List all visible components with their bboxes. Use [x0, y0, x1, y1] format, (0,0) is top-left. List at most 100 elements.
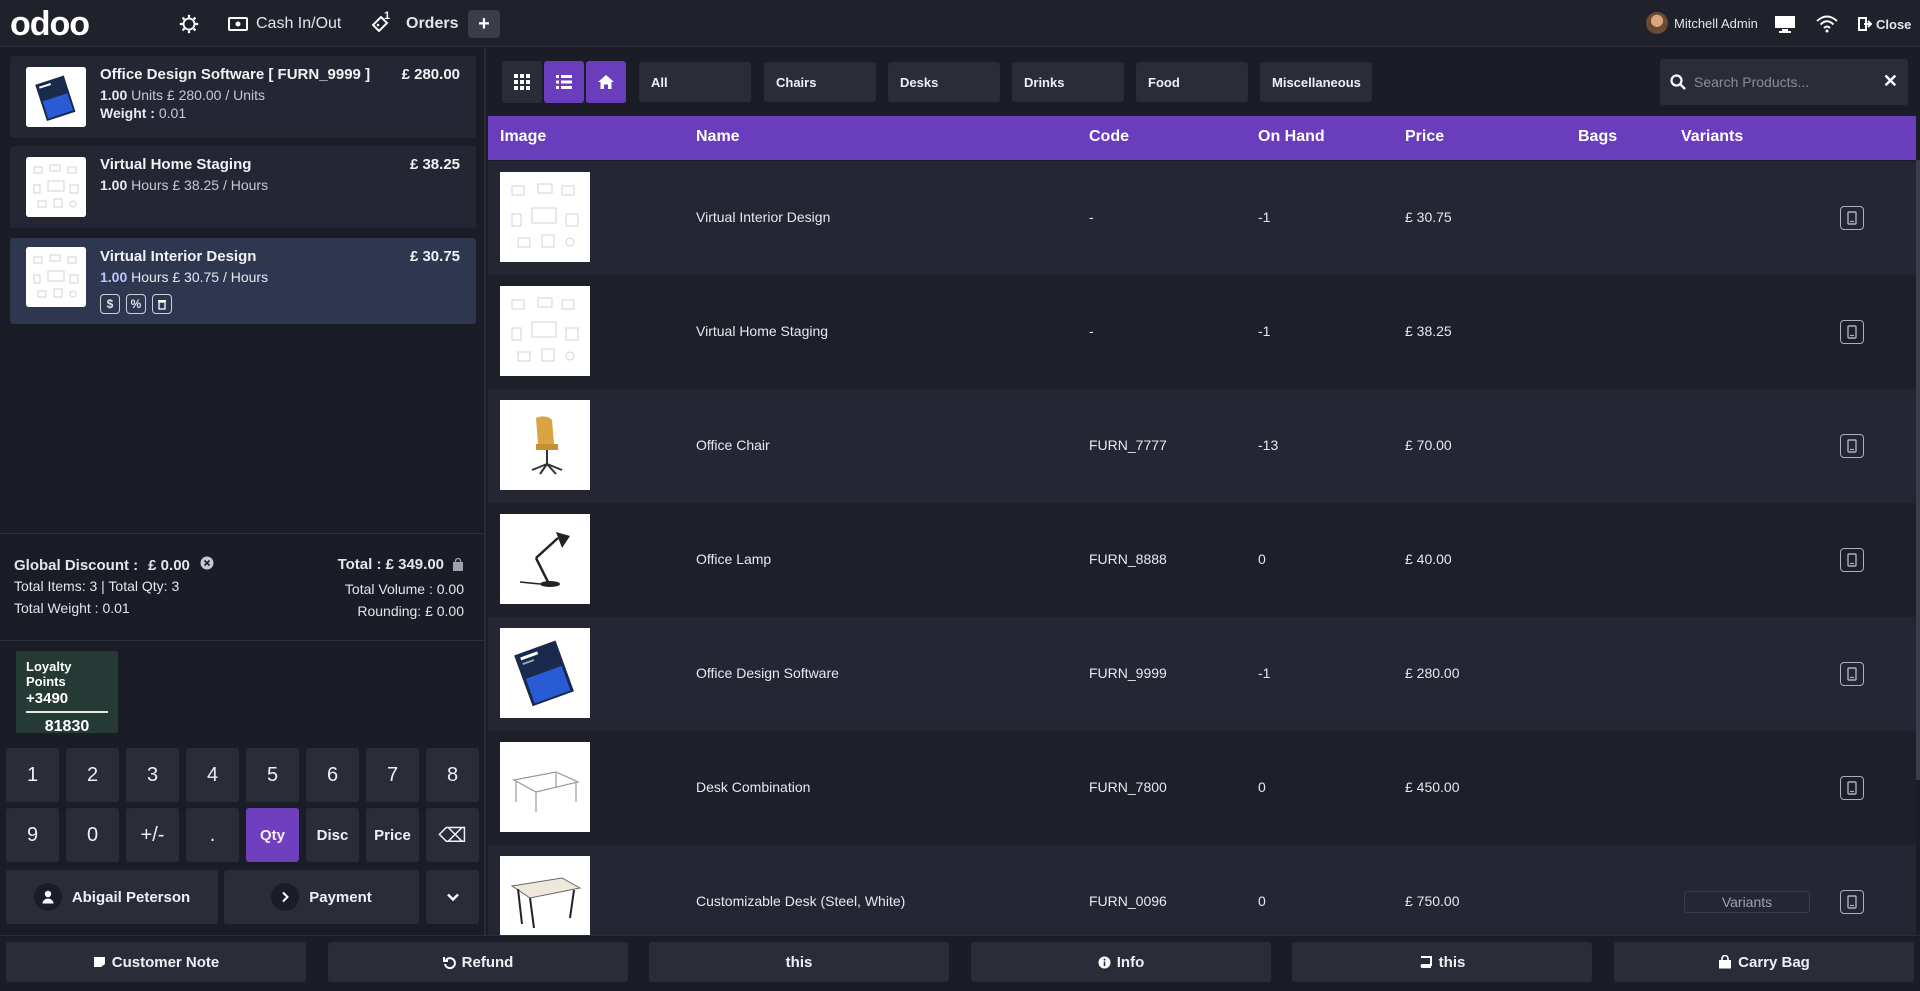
grid-view-button[interactable]	[502, 61, 542, 103]
delete-line-button[interactable]	[152, 294, 172, 314]
table-row[interactable]: Virtual Interior Design - -1 £ 30.75	[488, 161, 1916, 275]
product-name: Customizable Desk (Steel, White)	[696, 893, 906, 909]
numpad-key-4[interactable]: 4	[186, 748, 239, 802]
orders-label: Orders	[406, 15, 459, 32]
backspace-button[interactable]: ⌫	[426, 808, 479, 862]
tablet-icon	[1847, 667, 1857, 681]
table-row[interactable]: Desk Combination FURN_7800 0 £ 450.00	[488, 731, 1916, 845]
mode-qty-button[interactable]: Qty	[246, 808, 299, 862]
line-unit-text: Units £ 280.00 / Units	[131, 87, 265, 103]
numpad-key-0[interactable]: 0	[66, 808, 119, 862]
order-line[interactable]: Virtual Home Staging £ 38.25 1.00 Hours …	[10, 146, 476, 228]
loyalty-earned: +3490	[26, 690, 108, 713]
numpad-key-5[interactable]: 5	[246, 748, 299, 802]
product-list-scrollbar[interactable]	[1916, 160, 1920, 780]
user-menu[interactable]: Mitchell Admin	[1646, 12, 1758, 34]
cash-in-out-button[interactable]: Cash In/Out	[228, 10, 341, 38]
product-on-hand: -13	[1258, 437, 1279, 453]
list-view-button[interactable]	[544, 61, 584, 103]
tablet-icon	[1847, 439, 1857, 453]
line-price: £ 30.75	[409, 248, 460, 265]
discount-tool-button[interactable]: %	[126, 294, 146, 314]
column-on-hand: On Hand	[1258, 128, 1325, 145]
action-button[interactable]: this	[649, 942, 949, 982]
column-name: Name	[696, 128, 740, 145]
new-order-button[interactable]: +	[468, 10, 500, 38]
global-discount-label: Global Discount :	[14, 556, 139, 574]
category-desks[interactable]: Desks	[888, 62, 1000, 102]
product-on-hand: -1	[1258, 665, 1271, 681]
mode-price-button[interactable]: Price	[366, 808, 419, 862]
numpad-key-1[interactable]: 1	[6, 748, 59, 802]
payment-label: Payment	[309, 888, 372, 906]
product-name: Virtual Interior Design	[696, 209, 831, 225]
chevron-down-icon	[446, 893, 459, 902]
line-weight-value: 0.01	[158, 105, 187, 121]
numpad-key-6[interactable]: 6	[306, 748, 359, 802]
product-info-button[interactable]	[1840, 320, 1864, 344]
remove-discount-button[interactable]	[200, 556, 214, 574]
customer-display-button[interactable]	[1774, 10, 1796, 38]
price-tool-button[interactable]: $	[100, 294, 120, 314]
table-row[interactable]: Virtual Home Staging - -1 £ 38.25	[488, 275, 1916, 389]
customer-button[interactable]: Abigail Peterson	[6, 870, 218, 924]
avatar	[1646, 12, 1668, 34]
home-category-button[interactable]	[586, 61, 626, 103]
numpad-key-3[interactable]: 3	[126, 748, 179, 802]
refund-button[interactable]: Refund	[328, 942, 628, 982]
mode-disc-button[interactable]: Disc	[306, 808, 359, 862]
clear-search-button[interactable]: ✕	[1883, 71, 1898, 92]
customer-name: Abigail Peterson	[71, 888, 191, 906]
table-row[interactable]: Office Lamp FURN_8888 0 £ 40.00	[488, 503, 1916, 617]
product-on-hand: 0	[1258, 779, 1266, 795]
numpad-key-7[interactable]: 7	[366, 748, 419, 802]
category-all[interactable]: All	[639, 62, 751, 102]
product-info-button[interactable]	[1840, 206, 1864, 230]
numpad-key-9[interactable]: 9	[6, 808, 59, 862]
close-button[interactable]: Close	[1858, 10, 1911, 38]
chevron-right-icon	[271, 883, 300, 911]
sign-out-icon	[1858, 17, 1872, 31]
action-button[interactable]: this	[1292, 942, 1592, 982]
settings-button[interactable]	[178, 10, 200, 38]
category-miscellaneous[interactable]: Miscellaneous	[1260, 62, 1372, 102]
order-line[interactable]: Office Design Software [ FURN_9999 ] £ 2…	[10, 56, 476, 138]
action-button-label: this	[785, 953, 813, 971]
numpad-key-2[interactable]: 2	[66, 748, 119, 802]
product-code: FURN_9999	[1089, 665, 1167, 681]
table-row[interactable]: Office Design Software FURN_9999 -1 £ 28…	[488, 617, 1916, 731]
table-row[interactable]: Customizable Desk (Steel, White) FURN_00…	[488, 845, 1916, 935]
info-button[interactable]: Info	[971, 942, 1271, 982]
loyalty-total: 81830	[44, 718, 90, 735]
line-quantity-info: 1.00 Hours £ 38.25 / Hours	[100, 177, 268, 193]
service-product-image	[26, 157, 86, 217]
product-info-button[interactable]	[1840, 548, 1864, 572]
line-unit-text: Hours £ 30.75 / Hours	[131, 269, 269, 285]
product-price: £ 450.00	[1405, 779, 1460, 795]
product-info-button[interactable]	[1840, 776, 1864, 800]
category-food[interactable]: Food	[1136, 62, 1248, 102]
payment-button[interactable]: Payment	[224, 870, 419, 924]
product-info-button[interactable]	[1840, 890, 1864, 914]
variants-button[interactable]: Variants	[1684, 891, 1810, 913]
order-summary: Global Discount : £ 0.00 Total : £ 349.0…	[0, 533, 484, 641]
customer-note-button[interactable]: Customer Note	[6, 942, 306, 982]
search-input[interactable]: Search Products...	[1694, 74, 1809, 90]
table-row[interactable]: Office Chair FURN_7777 -13 £ 70.00	[488, 389, 1916, 503]
more-actions-button[interactable]	[426, 870, 479, 924]
numpad-key-decimal[interactable]: .	[186, 808, 239, 862]
numpad-key-8[interactable]: 8	[426, 748, 479, 802]
order-line-selected[interactable]: Virtual Interior Design £ 30.75 1.00 Hou…	[10, 238, 476, 324]
shopping-bag-icon	[453, 557, 463, 571]
numpad-key-plus-minus[interactable]: +/-	[126, 808, 179, 862]
shopping-bag-icon	[1719, 955, 1732, 969]
global-discount: Global Discount : £ 0.00	[14, 556, 214, 574]
search-icon	[1670, 74, 1686, 90]
product-search-box[interactable]: Search Products... ✕	[1660, 59, 1908, 105]
product-info-button[interactable]	[1840, 434, 1864, 458]
category-chairs[interactable]: Chairs	[764, 62, 876, 102]
connection-status[interactable]	[1816, 10, 1838, 38]
carry-bag-button[interactable]: Carry Bag	[1614, 942, 1914, 982]
product-info-button[interactable]	[1840, 662, 1864, 686]
category-drinks[interactable]: Drinks	[1012, 62, 1124, 102]
